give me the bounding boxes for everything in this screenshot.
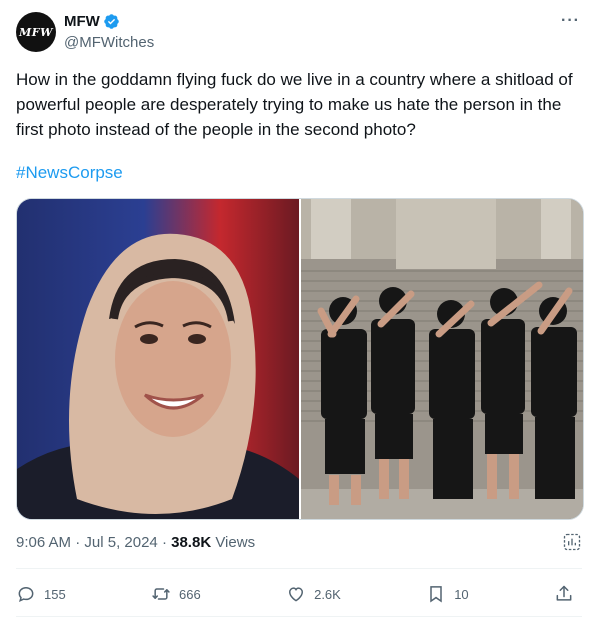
share-button[interactable] [554,584,582,604]
verified-badge-icon [104,14,119,29]
photo-woman-illustration [17,199,299,519]
like-count: 2.6K [314,586,341,602]
views-label: Views [215,534,256,551]
photo-group-on-steps[interactable] [301,199,583,519]
action-bar: 155 666 2.6K 10 [16,580,582,608]
like-icon [289,587,304,602]
reply-count: 155 [44,586,66,602]
more-icon[interactable]: ··· [561,12,580,30]
tweet-date[interactable]: Jul 5, 2024 [84,534,157,551]
tweet-meta: 9:06 AM · Jul 5, 2024 · 38.8K Views [16,534,255,551]
hashtag-link[interactable]: #NewsCorpse [16,163,123,183]
photo-woman-in-hijab[interactable] [17,199,299,519]
author-name-row: MFW [64,13,120,30]
bookmark-count: 10 [454,586,469,602]
meta-separator-2: · [161,534,172,551]
media-grid[interactable] [16,198,584,520]
bookmark-icon [430,586,442,603]
reply-icon [18,586,34,603]
tweet-card: MFW MFW @MFWitches ··· How in the goddam… [0,0,598,617]
views-count: 38.8K [171,534,212,551]
analytics-icon[interactable] [562,532,582,552]
tweet-text: How in the goddamn flying fuck do we liv… [16,70,573,139]
like-button[interactable]: 2.6K [286,584,341,604]
photo-group-illustration [301,199,583,519]
repost-icon [152,588,170,600]
display-name[interactable]: MFW [64,13,100,30]
tweet-time[interactable]: 9:06 AM [16,534,71,551]
avatar-logo-text: MFW [19,25,53,39]
bookmark-button[interactable]: 10 [426,584,469,604]
meta-separator: · [75,534,85,551]
reply-button[interactable]: 155 [16,584,66,604]
repost-button[interactable]: 666 [151,584,201,604]
divider-top [16,568,582,569]
avatar[interactable]: MFW [16,12,56,52]
repost-count: 666 [179,586,201,602]
author-handle[interactable]: @MFWitches [64,34,154,51]
share-icon [556,585,572,601]
